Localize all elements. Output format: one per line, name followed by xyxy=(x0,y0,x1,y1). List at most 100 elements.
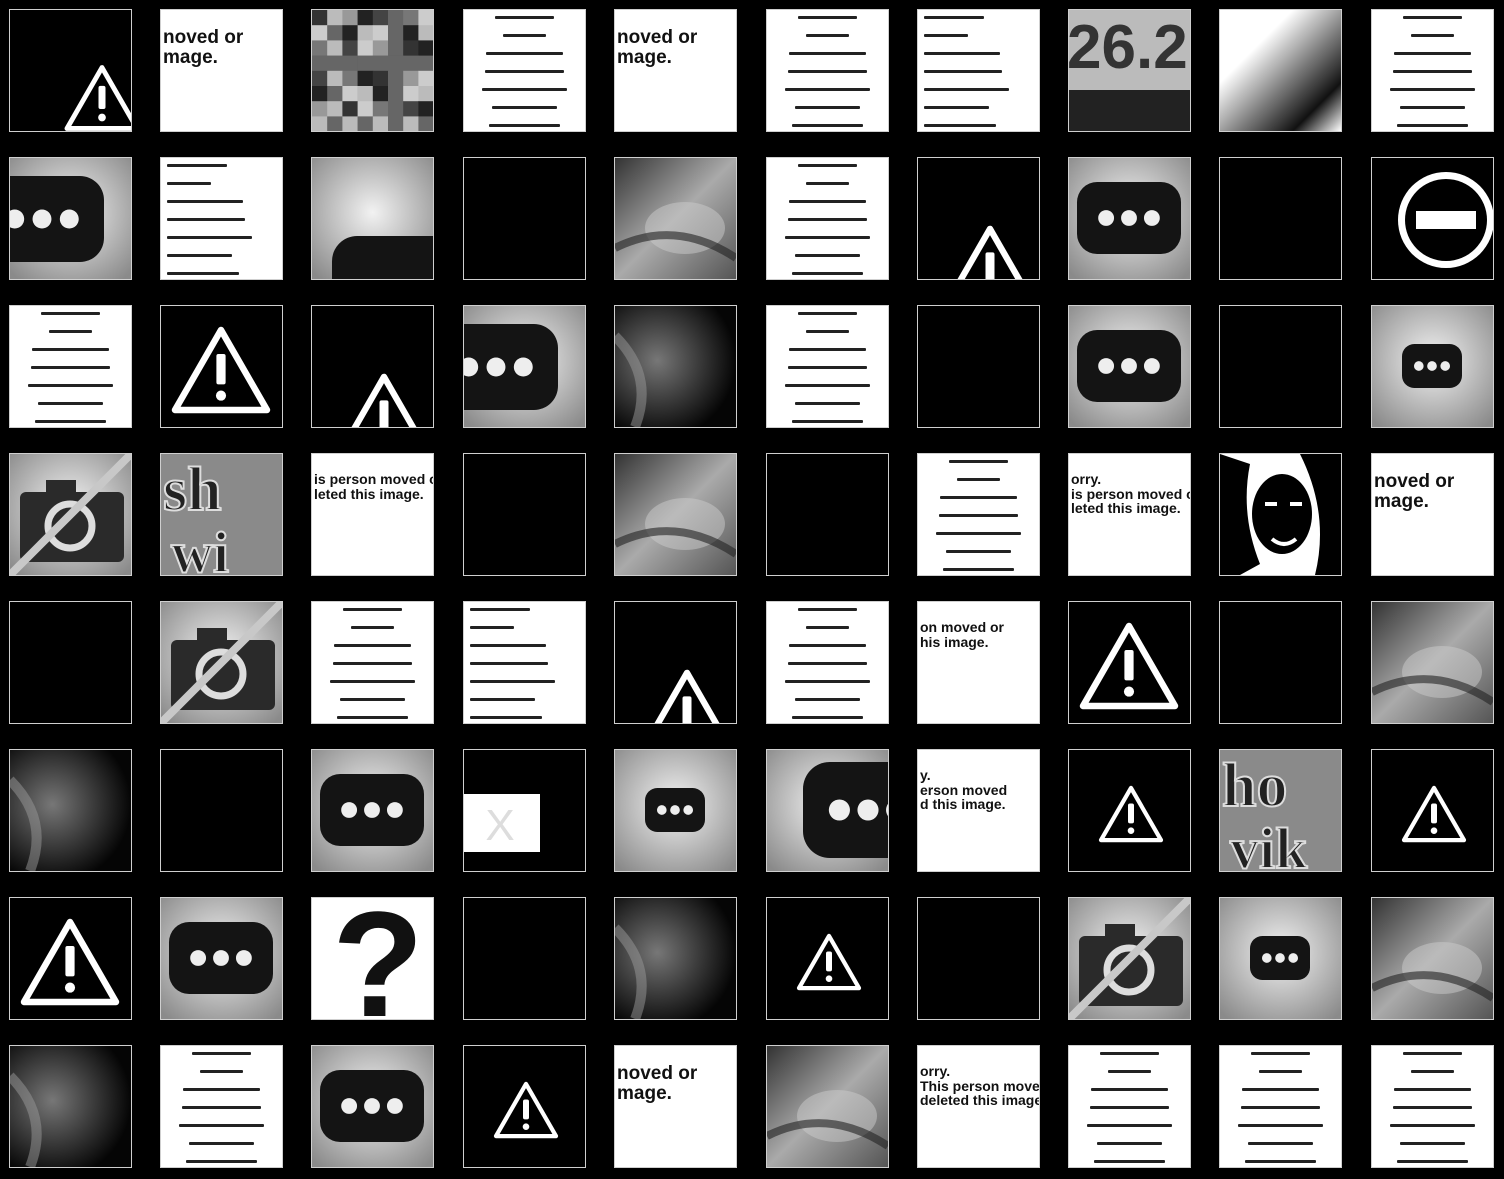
document-text-lines xyxy=(1378,16,1487,127)
thumbnail-tile[interactable] xyxy=(9,749,132,872)
thumbnail-tile[interactable] xyxy=(766,157,889,280)
thumbnail-caption: is person moved or leted this image. xyxy=(314,471,433,502)
svg-text:ho: ho xyxy=(1222,752,1287,820)
thumbnail-tile[interactable] xyxy=(1068,305,1191,428)
thumbnail-caption: y. erson moved d this image. xyxy=(920,767,1008,813)
thumbnail-tile[interactable] xyxy=(1219,157,1342,280)
thumbnail-tile[interactable] xyxy=(614,157,737,280)
thumbnail-tile[interactable] xyxy=(1219,305,1342,428)
thumbnail-tile[interactable] xyxy=(160,897,283,1020)
thumbnail-tile[interactable]: orry. is person moved or leted this imag… xyxy=(1068,453,1191,576)
svg-text:26.2: 26.2 xyxy=(1069,13,1188,82)
thumbnail-tile[interactable] xyxy=(311,749,434,872)
thumbnail-tile[interactable] xyxy=(1371,305,1494,428)
thumbnail-tile[interactable] xyxy=(1371,157,1494,280)
thumbnail-tile[interactable]: noved or mage. xyxy=(614,1045,737,1168)
thumbnail-tile[interactable]: X xyxy=(463,749,586,872)
thumbnail-tile[interactable] xyxy=(766,601,889,724)
thumbnail-tile[interactable] xyxy=(1371,9,1494,132)
thumbnail-tile[interactable] xyxy=(311,1045,434,1168)
thumbnail-tile[interactable] xyxy=(311,305,434,428)
warning-icon xyxy=(464,1046,585,1167)
thumbnail-tile[interactable] xyxy=(1371,897,1494,1020)
svg-text:vik: vik xyxy=(1230,816,1308,871)
thumbnail-tile[interactable] xyxy=(614,749,737,872)
thumbnail-grid: noved or mage. noved or mage. 26.2 sh wi is p… xyxy=(0,0,1504,1179)
thumbnail-image xyxy=(615,306,736,427)
warning-icon xyxy=(10,898,131,1019)
thumbnail-tile[interactable] xyxy=(9,157,132,280)
thumbnail-tile[interactable]: noved or mage. xyxy=(614,9,737,132)
thumbnail-tile[interactable] xyxy=(160,1045,283,1168)
thumbnail-tile[interactable] xyxy=(1219,601,1342,724)
thumbnail-tile[interactable] xyxy=(463,601,586,724)
document-text-lines xyxy=(167,1052,276,1163)
thumbnail-tile[interactable] xyxy=(1068,157,1191,280)
thumbnail-tile[interactable]: on moved or his image. xyxy=(917,601,1040,724)
thumbnail-tile[interactable] xyxy=(917,157,1040,280)
ellipsis-bubble-icon xyxy=(312,158,433,279)
thumbnail-tile[interactable] xyxy=(1219,897,1342,1020)
thumbnail-tile[interactable] xyxy=(160,601,283,724)
thumbnail-tile[interactable] xyxy=(463,305,586,428)
thumbnail-tile[interactable] xyxy=(766,897,889,1020)
thumbnail-tile[interactable] xyxy=(1371,1045,1494,1168)
thumbnail-tile[interactable]: is person moved or leted this image. xyxy=(311,453,434,576)
thumbnail-tile[interactable] xyxy=(463,453,586,576)
thumbnail-caption: orry. This person moved or deleted this … xyxy=(920,1063,1040,1109)
thumbnail-tile[interactable]: ho vik xyxy=(1219,749,1342,872)
thumbnail-tile[interactable] xyxy=(917,897,1040,1020)
thumbnail-tile[interactable] xyxy=(766,453,889,576)
thumbnail-tile[interactable] xyxy=(9,1045,132,1168)
thumbnail-tile[interactable] xyxy=(9,453,132,576)
thumbnail-tile[interactable]: 26.2 xyxy=(1068,9,1191,132)
thumbnail-tile[interactable] xyxy=(1219,9,1342,132)
thumbnail-tile[interactable] xyxy=(311,9,434,132)
thumbnail-tile[interactable] xyxy=(614,453,737,576)
thumbnail-tile[interactable] xyxy=(160,305,283,428)
thumbnail-tile[interactable] xyxy=(160,749,283,872)
thumbnail-tile[interactable]: sh wi xyxy=(160,453,283,576)
thumbnail-tile[interactable] xyxy=(917,453,1040,576)
thumbnail-image xyxy=(918,306,1039,427)
thumbnail-image: 26.2 xyxy=(1069,10,1190,131)
camera-blocked-icon xyxy=(1069,898,1190,1019)
thumbnail-tile[interactable] xyxy=(463,157,586,280)
thumbnail-tile[interactable]: orry. This person moved or deleted this … xyxy=(917,1045,1040,1168)
thumbnail-tile[interactable] xyxy=(463,1045,586,1168)
thumbnail-tile[interactable] xyxy=(1371,601,1494,724)
thumbnail-tile[interactable] xyxy=(766,9,889,132)
thumbnail-tile[interactable] xyxy=(9,601,132,724)
thumbnail-tile[interactable]: y. erson moved d this image. xyxy=(917,749,1040,872)
thumbnail-tile[interactable]: noved or mage. xyxy=(1371,453,1494,576)
thumbnail-tile[interactable] xyxy=(311,601,434,724)
thumbnail-tile[interactable] xyxy=(1068,601,1191,724)
thumbnail-tile[interactable] xyxy=(311,157,434,280)
thumbnail-tile[interactable] xyxy=(9,897,132,1020)
thumbnail-tile[interactable] xyxy=(917,305,1040,428)
thumbnail-tile[interactable] xyxy=(1219,453,1342,576)
thumbnail-tile[interactable] xyxy=(614,897,737,1020)
thumbnail-tile[interactable] xyxy=(614,305,737,428)
thumbnail-tile[interactable] xyxy=(160,157,283,280)
thumbnail-tile[interactable] xyxy=(766,749,889,872)
thumbnail-tile[interactable] xyxy=(9,9,132,132)
thumbnail-image xyxy=(1220,10,1341,131)
thumbnail-tile[interactable] xyxy=(463,9,586,132)
thumbnail-image xyxy=(918,898,1039,1019)
thumbnail-tile[interactable] xyxy=(1068,749,1191,872)
thumbnail-tile[interactable] xyxy=(1371,749,1494,872)
warning-icon xyxy=(161,306,282,427)
thumbnail-tile[interactable] xyxy=(1068,1045,1191,1168)
thumbnail-image xyxy=(161,750,282,871)
thumbnail-tile[interactable] xyxy=(9,305,132,428)
thumbnail-tile[interactable]: noved or mage. xyxy=(160,9,283,132)
thumbnail-tile[interactable] xyxy=(917,9,1040,132)
thumbnail-tile[interactable] xyxy=(1068,897,1191,1020)
thumbnail-tile[interactable] xyxy=(1219,1045,1342,1168)
thumbnail-tile[interactable]: ? xyxy=(311,897,434,1020)
thumbnail-tile[interactable] xyxy=(766,1045,889,1168)
thumbnail-tile[interactable] xyxy=(463,897,586,1020)
thumbnail-tile[interactable] xyxy=(766,305,889,428)
thumbnail-tile[interactable] xyxy=(614,601,737,724)
